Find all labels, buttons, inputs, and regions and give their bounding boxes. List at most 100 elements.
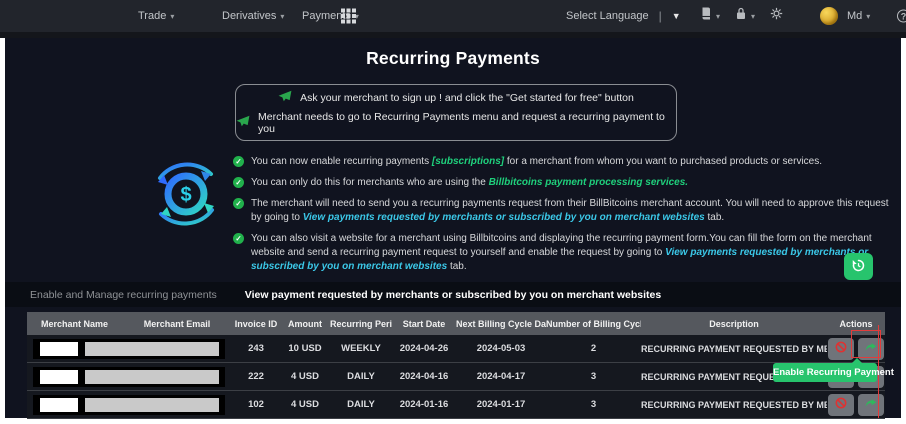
app-root: Trade ▾ Derivatives ▾ Payments ▾ Select …: [0, 0, 906, 424]
gear-icon: [770, 7, 783, 25]
instruction-line: Merchant needs to go to Recurring Paymen…: [236, 111, 676, 135]
col-start-date: Start Date: [402, 318, 446, 329]
redacted-merchant-info: [33, 367, 225, 387]
chevron-down-icon: ▾: [716, 11, 721, 21]
cancel-payment-button[interactable]: [828, 393, 854, 416]
settings-button[interactable]: [770, 7, 783, 25]
user-label: Md: [847, 10, 863, 22]
menu-derivatives-label: Derivatives: [222, 10, 277, 22]
billing-cycles-cell: 3: [590, 399, 597, 410]
chevron-down-icon: ▾: [751, 11, 756, 21]
lock-icon: [735, 7, 747, 25]
amount-cell: 4 USD: [291, 371, 319, 382]
recurring-period-cell: WEEKLY: [341, 343, 381, 354]
chevron-down-icon: ▾: [280, 11, 285, 21]
bullet-item: ✓ The merchant will need to send you a r…: [233, 197, 899, 225]
description-cell: RECURRING PAYMENT REQUESTED BY MERCHANT: [641, 399, 827, 410]
bullet-item: ✓ You can only do this for merchants who…: [233, 176, 899, 190]
history-refresh-icon: [851, 258, 866, 276]
recurring-period-cell: DAILY: [347, 399, 375, 410]
start-date-cell: 2024-04-16: [399, 371, 449, 382]
cancel-payment-button[interactable]: [828, 337, 854, 360]
actions-cell: [827, 337, 885, 360]
cancel-icon: [834, 340, 848, 357]
col-number-of-billing-cycles: Number of Billing Cycles: [546, 318, 641, 329]
tab-bar: Enable and Manage recurring payments Vie…: [5, 282, 901, 307]
bullet-text: tab.: [704, 212, 725, 223]
paper-plane-icon: [278, 90, 292, 105]
redacted-merchant-info: [33, 339, 225, 359]
main-panel: Recurring Payments Ask your merchant to …: [5, 38, 901, 419]
svg-text:$: $: [180, 184, 191, 206]
description-cell: RECURRING PAYMENT REQUESTED BY MERCHANT: [641, 343, 827, 354]
language-selector[interactable]: Select Language | ▼: [566, 9, 681, 23]
forward-arrow-icon: [864, 396, 878, 413]
table-header-row: Merchant Name Merchant Email Invoice ID …: [27, 312, 885, 335]
top-nav: Trade ▾ Derivatives ▾ Payments ▾ Select …: [0, 0, 906, 32]
col-merchant-name: Merchant Name: [40, 318, 109, 329]
recurring-dollar-icon: $: [145, 148, 227, 245]
chevron-down-icon: ▼: [671, 11, 681, 21]
col-recurring-period: Recurring Period: [330, 318, 392, 329]
feature-bullets: ✓ You can now enable recurring payments …: [233, 155, 899, 274]
apps-grid-icon[interactable]: [341, 8, 356, 24]
enable-payment-button[interactable]: [858, 337, 884, 360]
user-menu[interactable]: Md ▾: [820, 7, 870, 25]
invoice-id-cell: 102: [248, 399, 264, 410]
col-merchant-email: Merchant Email: [143, 318, 211, 329]
instruction-text: Ask your merchant to sign up ! and click…: [300, 91, 634, 104]
menu-derivatives[interactable]: Derivatives ▾: [222, 10, 284, 22]
recurring-period-cell: DAILY: [347, 371, 375, 382]
invoice-id-cell: 243: [248, 343, 264, 354]
next-billing-cell: 2024-05-03: [476, 343, 526, 354]
start-date-cell: 2024-04-26: [399, 343, 449, 354]
bullet-text: You can only do this for merchants who a…: [251, 177, 489, 188]
enable-recurring-tooltip: Enable Recurring Payment: [773, 358, 894, 382]
bullet-text: You can now enable recurring payments: [251, 156, 432, 167]
chevron-down-icon: ▾: [170, 11, 175, 21]
tab-enable-manage[interactable]: Enable and Manage recurring payments: [30, 289, 217, 301]
amount-cell: 10 USD: [288, 343, 322, 354]
bullet-text: tab.: [447, 261, 467, 272]
check-icon: ✓: [233, 198, 244, 209]
nav-shadow-band: [0, 32, 906, 38]
check-icon: ✓: [233, 156, 244, 167]
amount-cell: 4 USD: [291, 399, 319, 410]
book-icon: [700, 7, 712, 25]
enable-payment-button[interactable]: [858, 393, 884, 416]
bullet-highlight: Billbitcoins payment processing services…: [488, 177, 689, 188]
help-icon: ?: [897, 9, 906, 23]
col-amount: Amount: [288, 318, 322, 329]
table-row: 222 4 USD DAILY 2024-04-16 2024-04-17 3 …: [27, 363, 885, 391]
invoice-id-cell: 222: [248, 371, 264, 382]
actions-cell: [827, 393, 885, 416]
orders-menu[interactable]: ▾: [700, 7, 720, 25]
menu-trade-label: Trade: [138, 10, 167, 22]
chevron-down-icon: ▾: [866, 11, 871, 21]
tab-view-requested[interactable]: View payment requested by merchants or s…: [245, 289, 661, 301]
page-title: Recurring Payments: [366, 48, 540, 68]
instruction-line: Ask your merchant to sign up ! and click…: [278, 90, 634, 105]
refresh-button[interactable]: [844, 253, 873, 280]
instruction-text: Merchant needs to go to Recurring Paymen…: [258, 110, 665, 135]
security-menu[interactable]: ▾: [735, 7, 755, 25]
language-label: Select Language: [566, 10, 649, 22]
col-description: Description: [709, 318, 759, 329]
check-icon: ✓: [233, 177, 244, 188]
paper-plane-icon: [236, 115, 250, 130]
col-next-billing-cycle-date: Next Billing Cycle Date: [456, 318, 546, 329]
bullet-text: for a merchant from whom you want to pur…: [504, 156, 823, 167]
recurring-payments-table: Merchant Name Merchant Email Invoice ID …: [27, 312, 885, 419]
col-actions: Actions: [839, 318, 873, 329]
bullet-item: ✓ You can also visit a website for a mer…: [233, 232, 899, 274]
merchant-instructions-box: Ask your merchant to sign up ! and click…: [235, 84, 677, 141]
bullet-link[interactable]: View payments requested by merchants or …: [303, 212, 705, 223]
help-button[interactable]: ?: [897, 9, 906, 23]
table-row: 102 4 USD DAILY 2024-01-16 2024-01-17 3 …: [27, 391, 885, 419]
table-row: 243 10 USD WEEKLY 2024-04-26 2024-05-03 …: [27, 335, 885, 363]
menu-trade[interactable]: Trade ▾: [138, 10, 174, 22]
bullet-item: ✓ You can now enable recurring payments …: [233, 155, 899, 169]
billing-cycles-cell: 3: [590, 371, 597, 382]
forward-arrow-icon: [864, 340, 878, 357]
redacted-merchant-info: [33, 395, 225, 415]
